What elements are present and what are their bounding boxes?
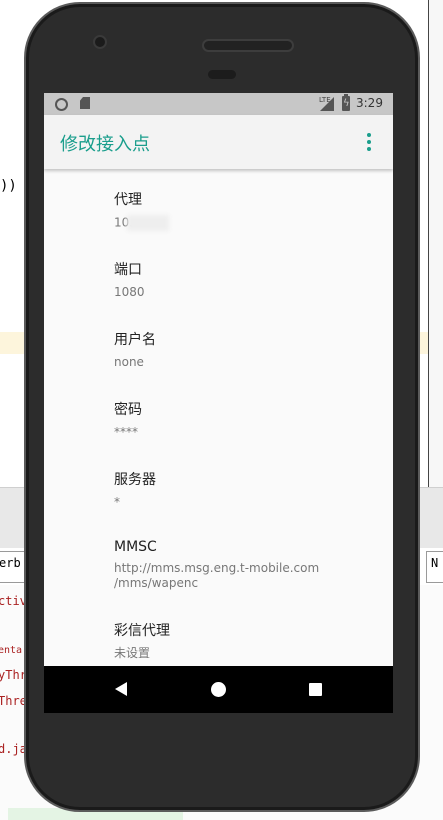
pref-summary: 未设置	[114, 646, 151, 660]
front-camera-icon	[93, 35, 107, 49]
redaction-blur	[127, 215, 170, 231]
recents-square-icon[interactable]	[309, 683, 322, 696]
proximity-sensor	[208, 70, 236, 79]
status-time: 3:29	[356, 96, 383, 110]
console-line: ctiv	[0, 594, 27, 608]
home-circle-icon[interactable]	[211, 682, 226, 697]
pref-username[interactable]: 用户名 none	[114, 329, 156, 370]
pref-summary: 1080	[114, 285, 145, 299]
pref-mmsc[interactable]: MMSC http://mms.msg.eng.t-mobile.com /mm…	[114, 539, 319, 591]
pref-summary: ****	[114, 425, 138, 439]
notification-circle-icon	[55, 98, 68, 111]
console-line: enta	[0, 645, 23, 656]
pref-password[interactable]: 密码 ****	[114, 399, 142, 440]
status-bar: LTE ϟ 3:29	[44, 93, 393, 115]
navigation-bar	[44, 666, 393, 713]
back-triangle-icon[interactable]	[115, 682, 127, 696]
pref-server[interactable]: 服务器 *	[114, 469, 156, 510]
charging-bolt-icon: ϟ	[343, 98, 350, 109]
pref-title: 代理	[114, 192, 142, 208]
pref-title: 服务器	[114, 472, 156, 488]
pref-title: 彩信代理	[114, 623, 170, 639]
console-line: Thre	[0, 694, 27, 708]
pref-title: 端口	[114, 262, 142, 278]
pref-summary: http://mms.msg.eng.t-mobile.com /mms/wap…	[114, 561, 320, 590]
pref-summary: none	[114, 355, 144, 369]
ide-right-panel	[428, 0, 443, 516]
pref-title: 密码	[114, 402, 142, 418]
sd-card-icon	[80, 97, 90, 109]
pref-port[interactable]: 端口 1080	[114, 259, 145, 300]
more-vert-icon[interactable]	[366, 133, 372, 153]
network-type: LTE	[319, 96, 331, 104]
pref-mms-proxy[interactable]: 彩信代理 未设置	[114, 620, 170, 661]
app-bar: 修改接入点	[44, 115, 393, 169]
pref-summary: 10.	[114, 215, 170, 231]
earpiece-speaker	[202, 39, 294, 52]
ide-log-level-combo[interactable]: N	[426, 551, 443, 583]
pref-title: MMSC	[114, 539, 157, 555]
device-screen: LTE ϟ 3:29 修改接入点 代理 10. 端口 1080 用户名 none…	[44, 93, 393, 713]
page-title: 修改接入点	[60, 134, 150, 155]
pref-summary: *	[114, 495, 120, 509]
console-line: yThr	[0, 668, 27, 682]
pref-proxy[interactable]: 代理 10.	[114, 189, 170, 231]
pref-title: 用户名	[114, 332, 156, 348]
ide-code-fragment: ))	[0, 178, 17, 194]
console-line: d.ja	[0, 742, 27, 756]
